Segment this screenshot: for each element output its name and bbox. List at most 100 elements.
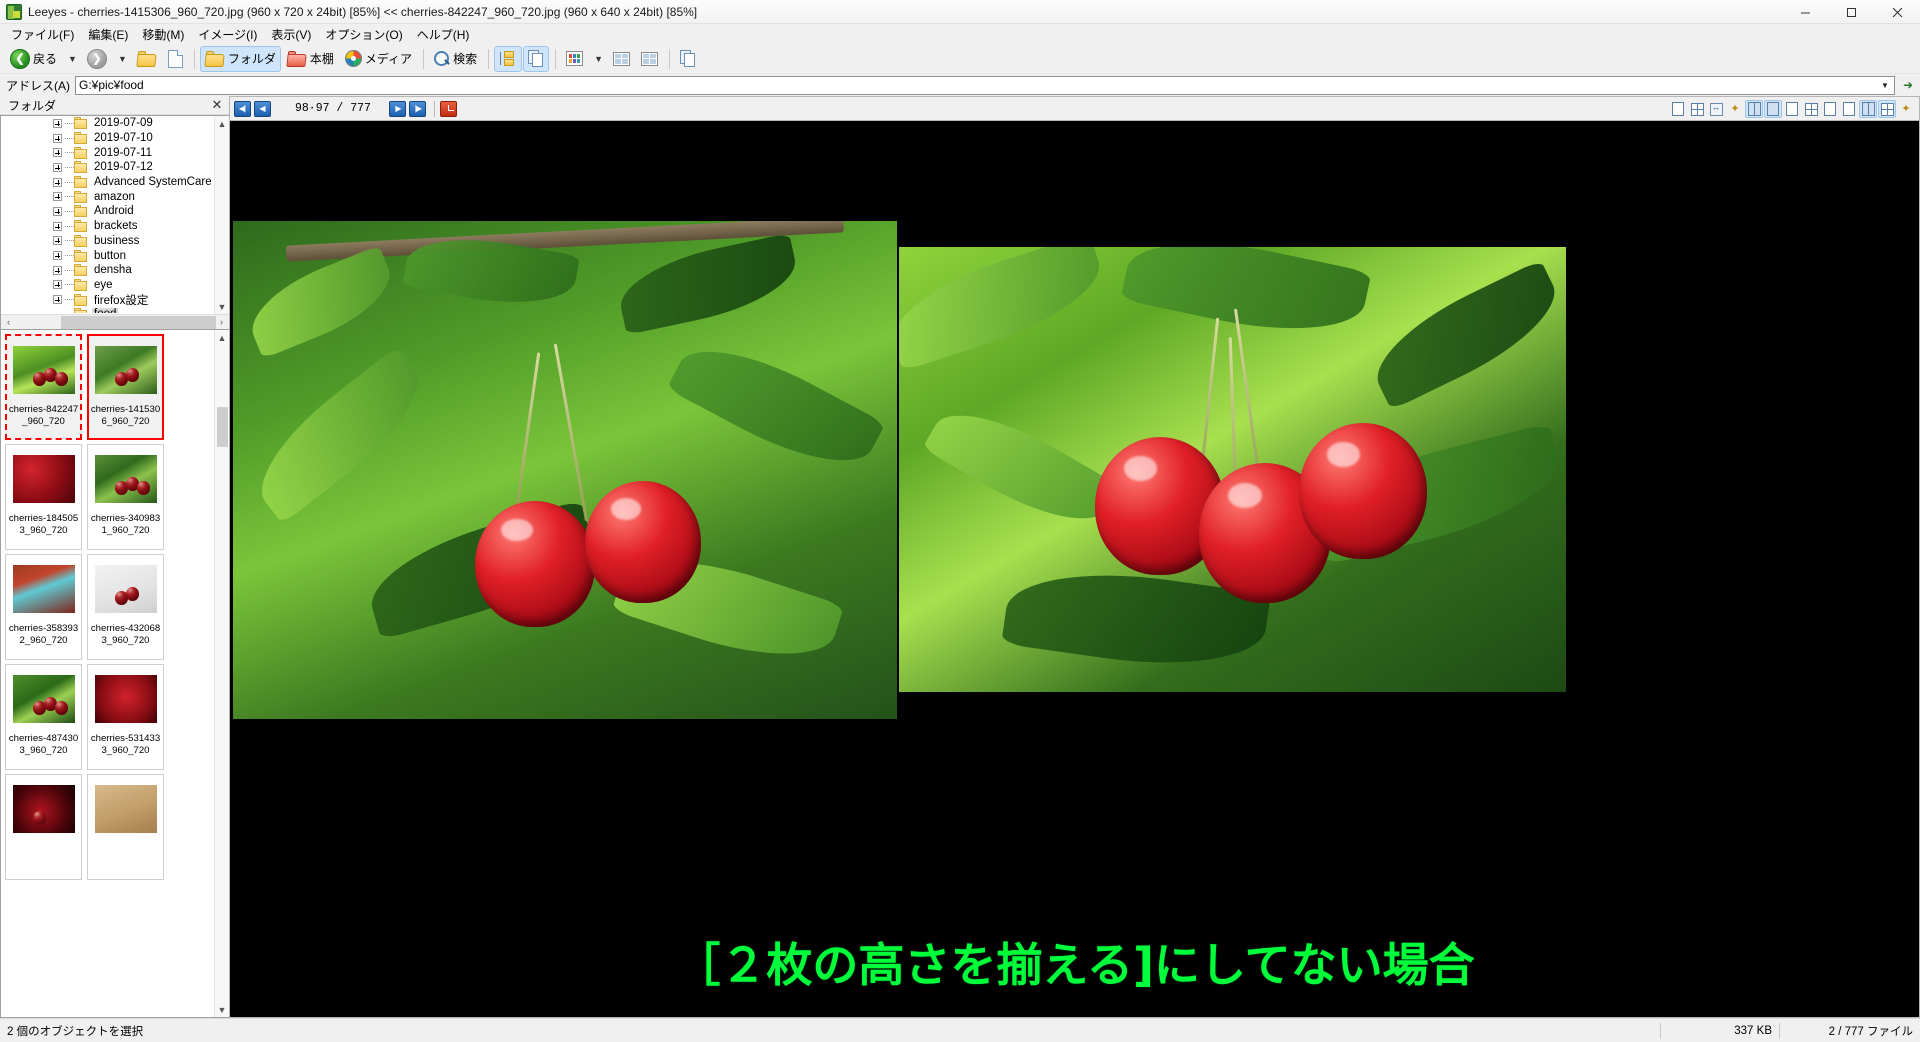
fit-window-button[interactable] (1669, 100, 1687, 118)
view-mode-caret[interactable]: ▼ (589, 54, 608, 64)
scroll-thumb[interactable] (217, 407, 228, 447)
chevron-down-icon[interactable]: ▼ (1878, 79, 1892, 92)
thumbnail-item[interactable]: cherries-4320683_960_720 (87, 554, 164, 660)
expand-plus-icon[interactable] (53, 265, 62, 275)
folder-tree-item[interactable]: 2019-07-12 (1, 160, 214, 175)
duplicate-pages-button[interactable] (523, 45, 550, 72)
thumbnail-item[interactable]: cherries-1845053_960_720 (5, 444, 82, 550)
thumbnail-item[interactable] (5, 774, 82, 880)
thumbnail-vertical-scrollbar[interactable]: ▲ ▼ (214, 330, 229, 1017)
minimize-button[interactable] (1782, 0, 1828, 24)
folder-tree-button[interactable] (494, 45, 523, 72)
properties-button[interactable] (675, 46, 701, 72)
folder-tree-item[interactable]: business (1, 234, 214, 249)
back-dropdown-caret[interactable]: ▼ (63, 54, 82, 64)
up-folder-button[interactable] (132, 46, 162, 72)
folder-tree-item[interactable]: food (1, 307, 214, 313)
align-pages-button[interactable] (1859, 100, 1877, 118)
address-input[interactable]: G:¥pic¥food ▼ (75, 75, 1895, 95)
single-page-button[interactable] (1764, 100, 1782, 118)
menu-help[interactable]: ヘルプ(H) (410, 24, 477, 45)
menu-options[interactable]: オプション(O) (318, 24, 409, 45)
thumbnail-list-panel[interactable]: cherries-842247_960_720 cherries-1415306_… (0, 330, 229, 1018)
folder-pane-button[interactable]: フォルダ (199, 45, 281, 72)
bookshelf-button[interactable]: 本棚 (282, 46, 339, 72)
search-button[interactable]: 検索 (429, 46, 482, 72)
menu-view[interactable]: 表示(V) (264, 24, 318, 45)
address-go-button[interactable]: ➜ (1898, 76, 1918, 95)
zoom-actual-button[interactable] (1802, 100, 1820, 118)
thumbnail-item[interactable]: cherries-4874303_960_720 (5, 664, 82, 770)
folder-tree-item[interactable]: button (1, 248, 214, 263)
folder-tree-item[interactable]: 2019-07-11 (1, 145, 214, 160)
menu-file[interactable]: ファイル(F) (4, 24, 81, 45)
scroll-up-icon[interactable]: ▲ (215, 116, 229, 131)
folder-tree-item[interactable]: firefox設定 (1, 292, 214, 307)
folder-tree-item[interactable]: densha (1, 263, 214, 278)
back-button[interactable]: ❮ 戻る (5, 46, 62, 72)
media-button[interactable]: メディア (340, 46, 417, 72)
zoom-fit-button[interactable] (1783, 100, 1801, 118)
expand-plus-icon[interactable] (53, 280, 62, 290)
scroll-down-icon[interactable]: ▼ (215, 1002, 229, 1017)
image-canvas[interactable]: ［２枚の高さを揃える]にしてない場合 (229, 120, 1920, 1018)
folder-tree-item[interactable]: eye (1, 278, 214, 293)
expand-plus-icon[interactable] (53, 192, 62, 202)
scroll-down-icon[interactable]: ▼ (215, 299, 229, 314)
prev-page-button[interactable]: ◀ (253, 100, 271, 118)
page-left-button[interactable] (1821, 100, 1839, 118)
flip-button[interactable]: ✦ (1726, 100, 1744, 118)
close-button[interactable] (1874, 0, 1920, 24)
forward-button[interactable]: ❯ (82, 46, 112, 72)
scroll-right-icon[interactable]: › (214, 315, 229, 330)
folder-tree-panel[interactable]: 2019-07-09 2019-07-10 2019-07-11 2019-07-12… (0, 115, 229, 330)
thumbnail-item[interactable] (87, 774, 164, 880)
expand-plus-icon[interactable] (53, 148, 62, 158)
settings-button[interactable]: ✦ (1897, 100, 1915, 118)
hscroll-thumb[interactable] (61, 315, 216, 329)
thumbnail-item[interactable]: cherries-3409831_960_720 (87, 444, 164, 550)
forward-dropdown-caret[interactable]: ▼ (113, 54, 132, 64)
folder-tree-item[interactable]: Advanced SystemCare (1, 175, 214, 190)
scroll-track[interactable] (215, 345, 229, 1002)
hscroll-track[interactable] (16, 315, 216, 330)
folder-tree-horizontal-scrollbar[interactable]: ‹ › (1, 314, 229, 329)
expand-plus-icon[interactable] (53, 177, 62, 187)
grid-view-button[interactable] (1688, 100, 1706, 118)
folder-tree-item[interactable]: Android (1, 204, 214, 219)
folder-tree-item[interactable]: 2019-07-10 (1, 131, 214, 146)
expand-plus-icon[interactable] (53, 206, 62, 216)
split-view-button[interactable] (636, 46, 663, 72)
expand-plus-icon[interactable] (53, 162, 62, 172)
detail-view-button[interactable] (608, 46, 635, 72)
two-page-spread-button[interactable] (1745, 100, 1763, 118)
refresh-button[interactable] (163, 46, 188, 72)
scroll-track[interactable] (215, 131, 229, 299)
rotate-button[interactable] (1707, 100, 1725, 118)
maximize-button[interactable] (1828, 0, 1874, 24)
thumbnail-item[interactable]: cherries-1415306_960_720 (87, 334, 164, 440)
folder-tree-item[interactable]: 2019-07-09 (1, 116, 214, 131)
menu-edit[interactable]: 編集(E) (81, 24, 135, 45)
expand-plus-icon[interactable] (53, 118, 62, 128)
menu-image[interactable]: イメージ(I) (191, 24, 264, 45)
view-mode-button[interactable] (561, 46, 588, 72)
viewer-image-right[interactable] (899, 247, 1566, 692)
thumbnail-strip-button[interactable] (1878, 100, 1896, 118)
page-right-button[interactable] (1840, 100, 1858, 118)
scroll-up-icon[interactable]: ▲ (215, 330, 229, 345)
expand-plus-icon[interactable] (53, 221, 62, 231)
scroll-left-icon[interactable]: ‹ (1, 315, 16, 330)
thumbnail-item[interactable]: cherries-842247_960_720 (5, 334, 82, 440)
folder-tree-item[interactable]: brackets (1, 219, 214, 234)
folder-tree-item[interactable]: amazon (1, 189, 214, 204)
folder-tree-vertical-scrollbar[interactable]: ▲ ▼ (214, 116, 229, 314)
folder-panel-close-icon[interactable]: ✕ (210, 97, 224, 113)
expand-plus-icon[interactable] (53, 236, 62, 246)
menu-move[interactable]: 移動(M) (135, 24, 191, 45)
next-page-button[interactable]: ▶ (389, 100, 407, 118)
thumbnail-item[interactable]: cherries-3583932_960_720 (5, 554, 82, 660)
expand-plus-icon[interactable] (53, 133, 62, 143)
first-page-button[interactable]: ◀| (233, 100, 251, 118)
thumbnail-item[interactable]: cherries-5314333_960_720 (87, 664, 164, 770)
